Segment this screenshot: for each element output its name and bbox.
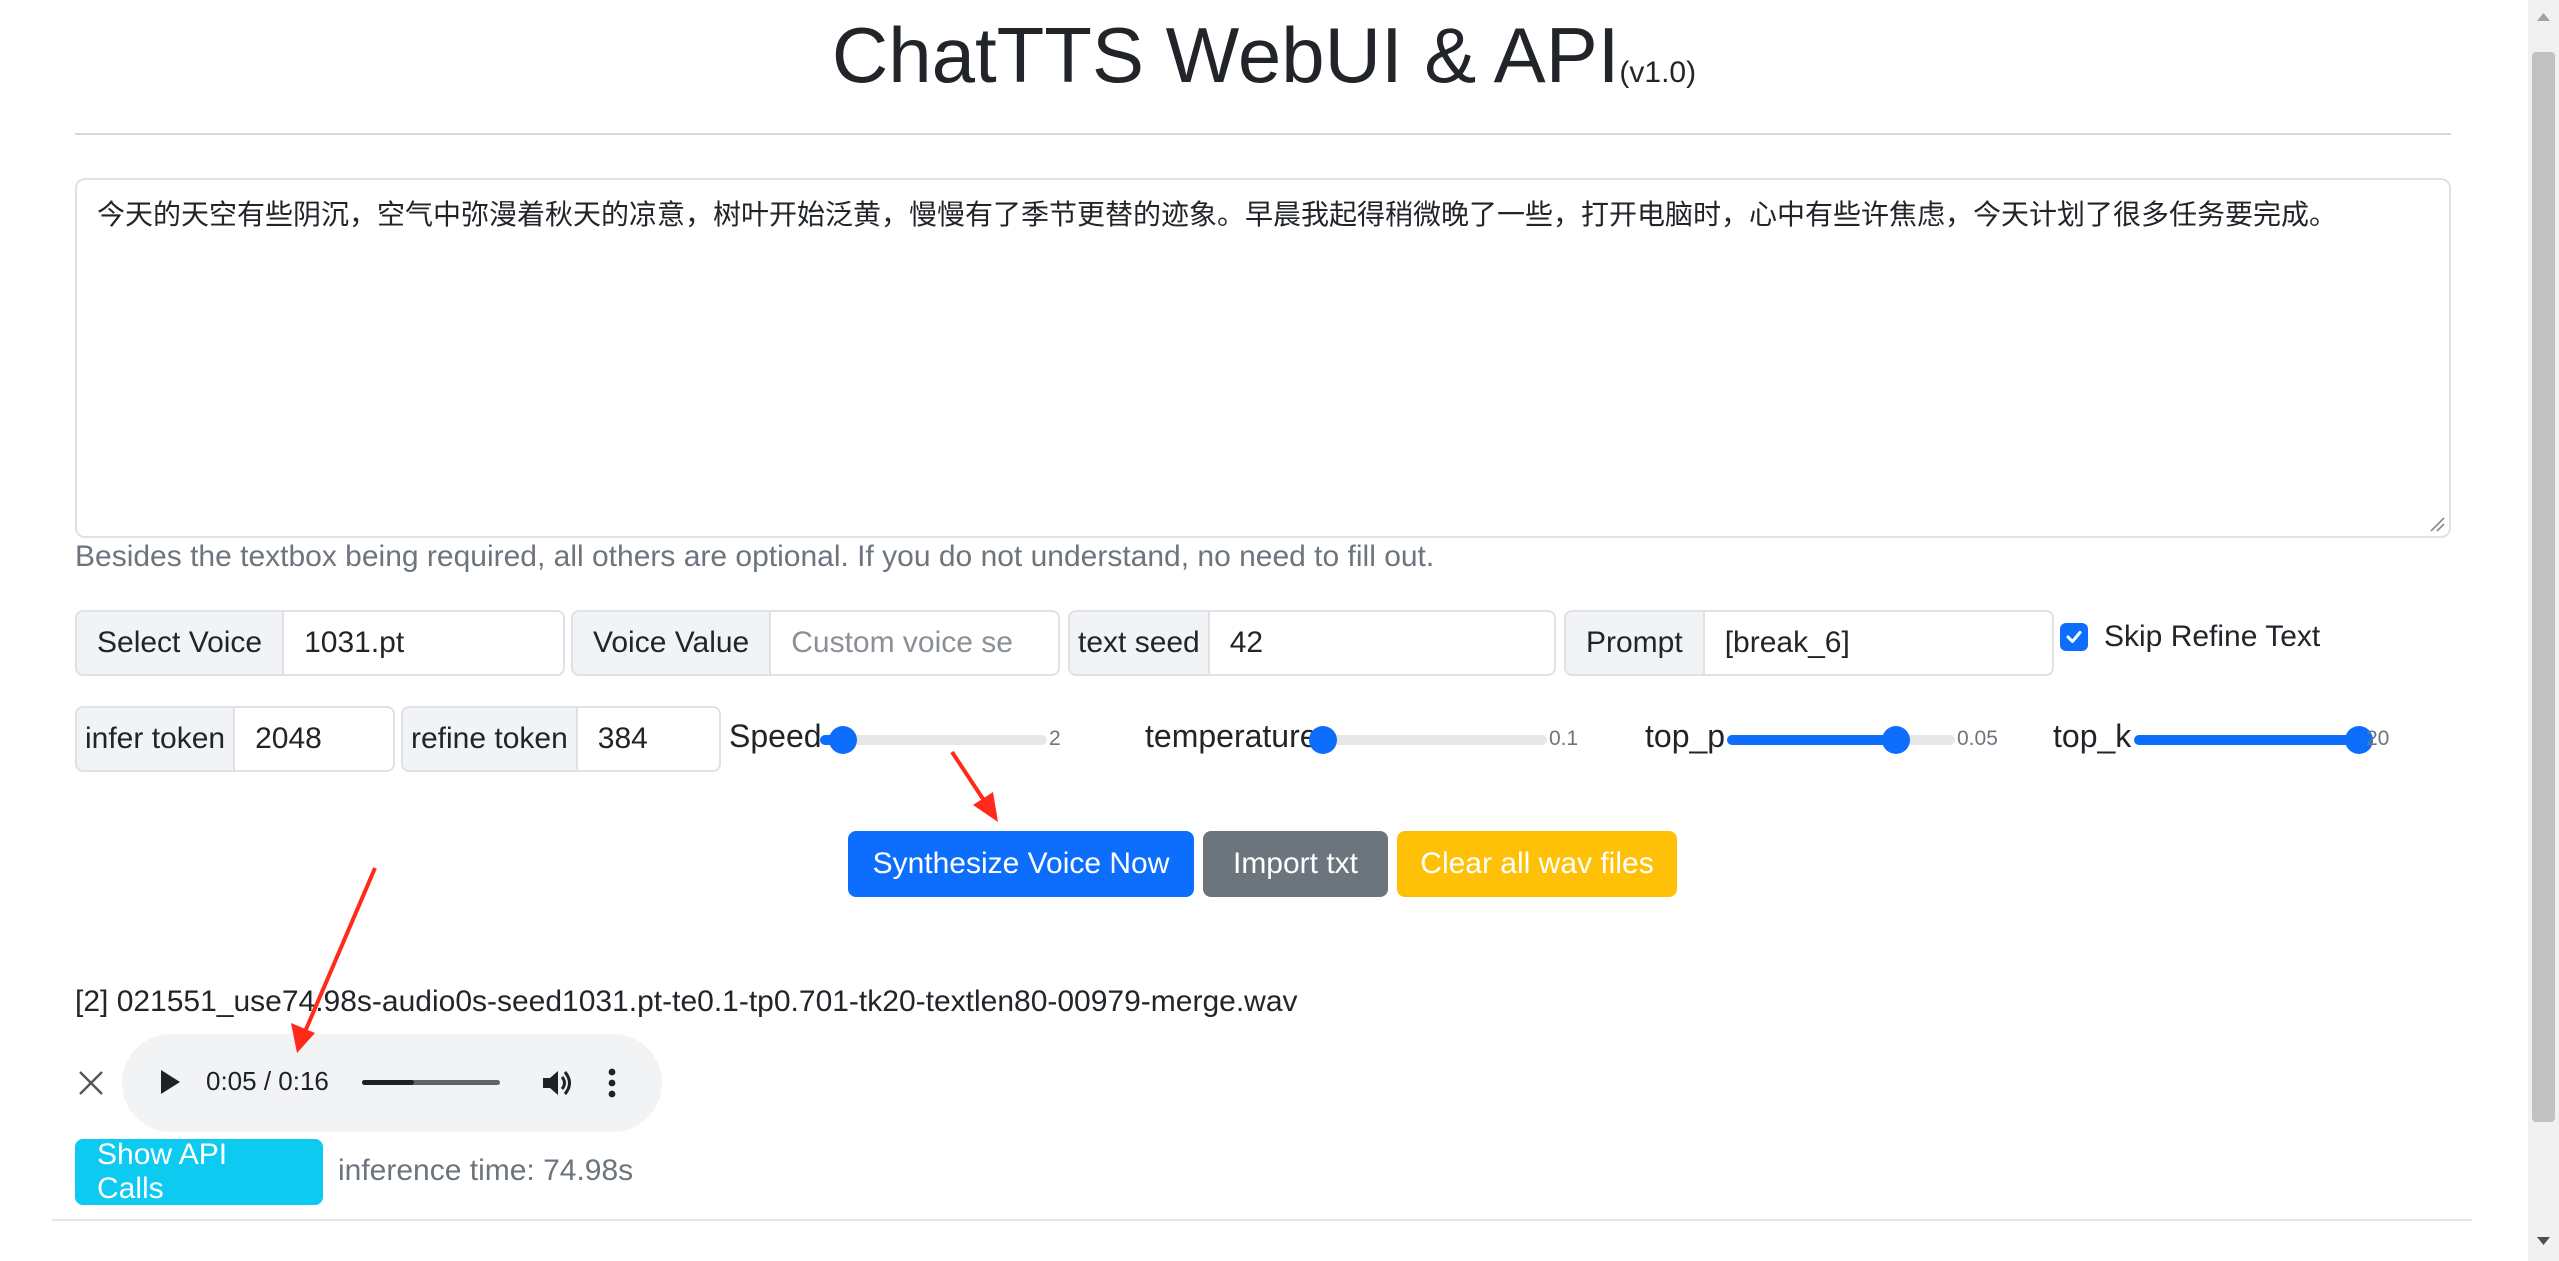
app-title: ChatTTS WebUI & API <box>831 11 1620 99</box>
text-seed-input[interactable]: 42 <box>1209 610 1556 676</box>
version-label: (v1.0) <box>1619 56 1697 89</box>
temperature-slider[interactable] <box>1309 726 1547 754</box>
import-txt-button[interactable]: Import txt <box>1203 831 1388 897</box>
arrow-to-synthesize <box>950 750 998 822</box>
refine-token-input[interactable]: 384 <box>577 706 721 772</box>
play-icon[interactable] <box>158 1068 182 1096</box>
audio-progress-bar[interactable] <box>362 1080 500 1085</box>
infer-token-group: infer token 2048 <box>75 706 395 772</box>
scroll-up-icon[interactable] <box>2536 12 2551 22</box>
top-k-label: top_k <box>2053 718 2132 754</box>
infer-token-label: infer token <box>75 706 236 772</box>
bottom-divider <box>52 1219 2472 1221</box>
prompt-input[interactable]: [break_6] <box>1704 610 2054 676</box>
select-voice-label: Select Voice <box>75 610 285 676</box>
temperature-value: 0.1 <box>1549 727 1579 750</box>
top-p-label: top_p <box>1645 718 1726 754</box>
slider-fill <box>2134 735 2360 745</box>
text-input-value: 今天的天空有些阴沉，空气中弥漫着秋天的凉意，树叶开始泛黄，慢慢有了季节更替的迹象… <box>97 198 2338 231</box>
more-options-icon[interactable] <box>606 1066 618 1100</box>
skip-refine-checkbox[interactable] <box>2060 623 2088 651</box>
audio-time: 0:05 / 0:16 <box>206 1066 329 1096</box>
infer-token-input[interactable]: 2048 <box>235 706 395 772</box>
refine-token-label: refine token <box>401 706 578 772</box>
voice-value-group: Voice Value Custom voice se <box>571 610 1060 676</box>
speed-value: 2 <box>1049 727 1061 750</box>
check-icon <box>2066 631 2082 643</box>
text-seed-group: text seed 42 <box>1068 610 1556 676</box>
close-icon[interactable] <box>76 1068 106 1098</box>
select-voice-field[interactable]: 1031.pt <box>284 610 565 676</box>
voice-value-label: Voice Value <box>571 610 772 676</box>
page-title: ChatTTS WebUI & API(v1.0) <box>0 10 2528 101</box>
synthesize-button[interactable]: Synthesize Voice Now <box>848 831 1194 897</box>
text-seed-label: text seed <box>1068 610 1210 676</box>
inference-time: inference time: 74.98s <box>338 1154 634 1187</box>
help-text: Besides the textbox being required, all … <box>75 540 1435 573</box>
prompt-label: Prompt <box>1564 610 1705 676</box>
scrollbar-thumb[interactable] <box>2532 52 2555 1122</box>
show-api-calls-button[interactable]: Show API Calls <box>75 1138 323 1205</box>
temperature-label: temperature <box>1145 718 1318 754</box>
select-voice-group: Select Voice 1031.pt <box>75 610 565 676</box>
top-k-slider[interactable] <box>2134 726 2374 754</box>
title-divider <box>75 133 2451 135</box>
scroll-down-icon[interactable] <box>2536 1236 2551 1246</box>
clear-wav-button[interactable]: Clear all wav files <box>1397 831 1677 897</box>
voice-value-input[interactable]: Custom voice se <box>771 610 1060 676</box>
top-p-slider[interactable] <box>1727 726 1955 754</box>
slider-thumb[interactable] <box>828 726 857 754</box>
slider-thumb[interactable] <box>1881 726 1910 754</box>
slider-track <box>1314 735 1547 745</box>
page-scrollbar[interactable] <box>2528 0 2559 1261</box>
skip-refine-toggle[interactable]: Skip Refine Text <box>2060 620 2320 654</box>
text-input-area[interactable]: 今天的天空有些阴沉，空气中弥漫着秋天的凉意，树叶开始泛黄，慢慢有了季节更替的迹象… <box>75 178 2451 538</box>
result-file-name: [2] 021551_use74.98s-audio0s-seed1031.pt… <box>75 985 1298 1018</box>
audio-progress-fill <box>362 1080 415 1085</box>
slider-fill <box>1727 735 1896 745</box>
page: ChatTTS WebUI & API(v1.0) 今天的天空有些阴沉，空气中弥… <box>0 0 2559 1261</box>
speed-label: Speed <box>729 718 822 754</box>
resize-grip-icon[interactable] <box>2427 514 2445 532</box>
slider-thumb[interactable] <box>1309 726 1338 754</box>
top-k-value: 20 <box>2366 727 2390 750</box>
speed-slider[interactable] <box>820 726 1047 754</box>
refine-token-group: refine token 384 <box>401 706 721 772</box>
skip-refine-label: Skip Refine Text <box>2104 620 2321 653</box>
audio-player: 0:05 / 0:16 <box>122 1034 662 1132</box>
arrow-to-player <box>291 867 377 1053</box>
top-p-value: 0.05 <box>1957 727 1998 750</box>
prompt-group: Prompt [break_6] <box>1564 610 2054 676</box>
volume-icon[interactable] <box>540 1066 574 1100</box>
